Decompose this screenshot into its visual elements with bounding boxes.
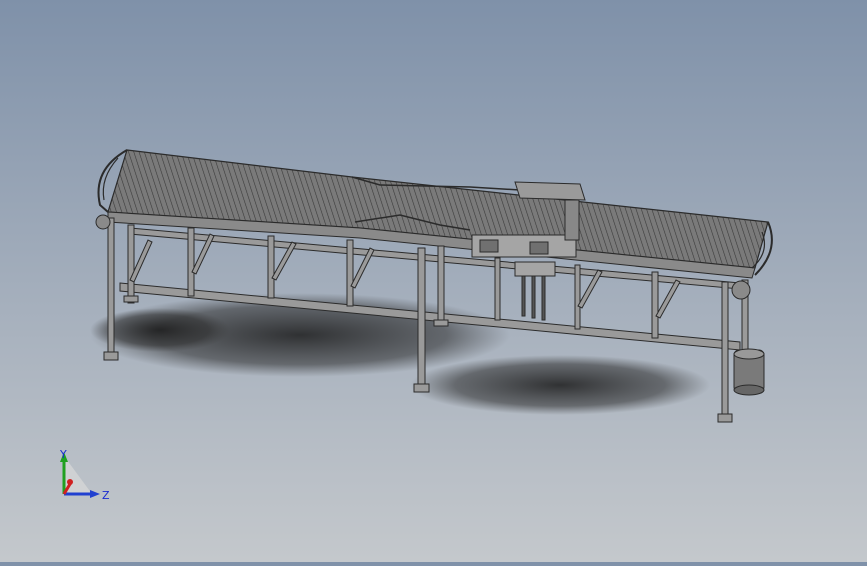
orientation-triad[interactable]: Y Z [48, 448, 118, 510]
cad-viewport[interactable]: Y Z [0, 0, 867, 562]
z-axis-arrow-icon [90, 490, 100, 498]
tail-pulley [95, 214, 111, 230]
z-axis-label: Z [102, 489, 110, 502]
conveyor-model[interactable] [0, 0, 867, 562]
x-axis-arrow-icon [67, 479, 73, 485]
y-axis-label: Y [59, 448, 67, 461]
